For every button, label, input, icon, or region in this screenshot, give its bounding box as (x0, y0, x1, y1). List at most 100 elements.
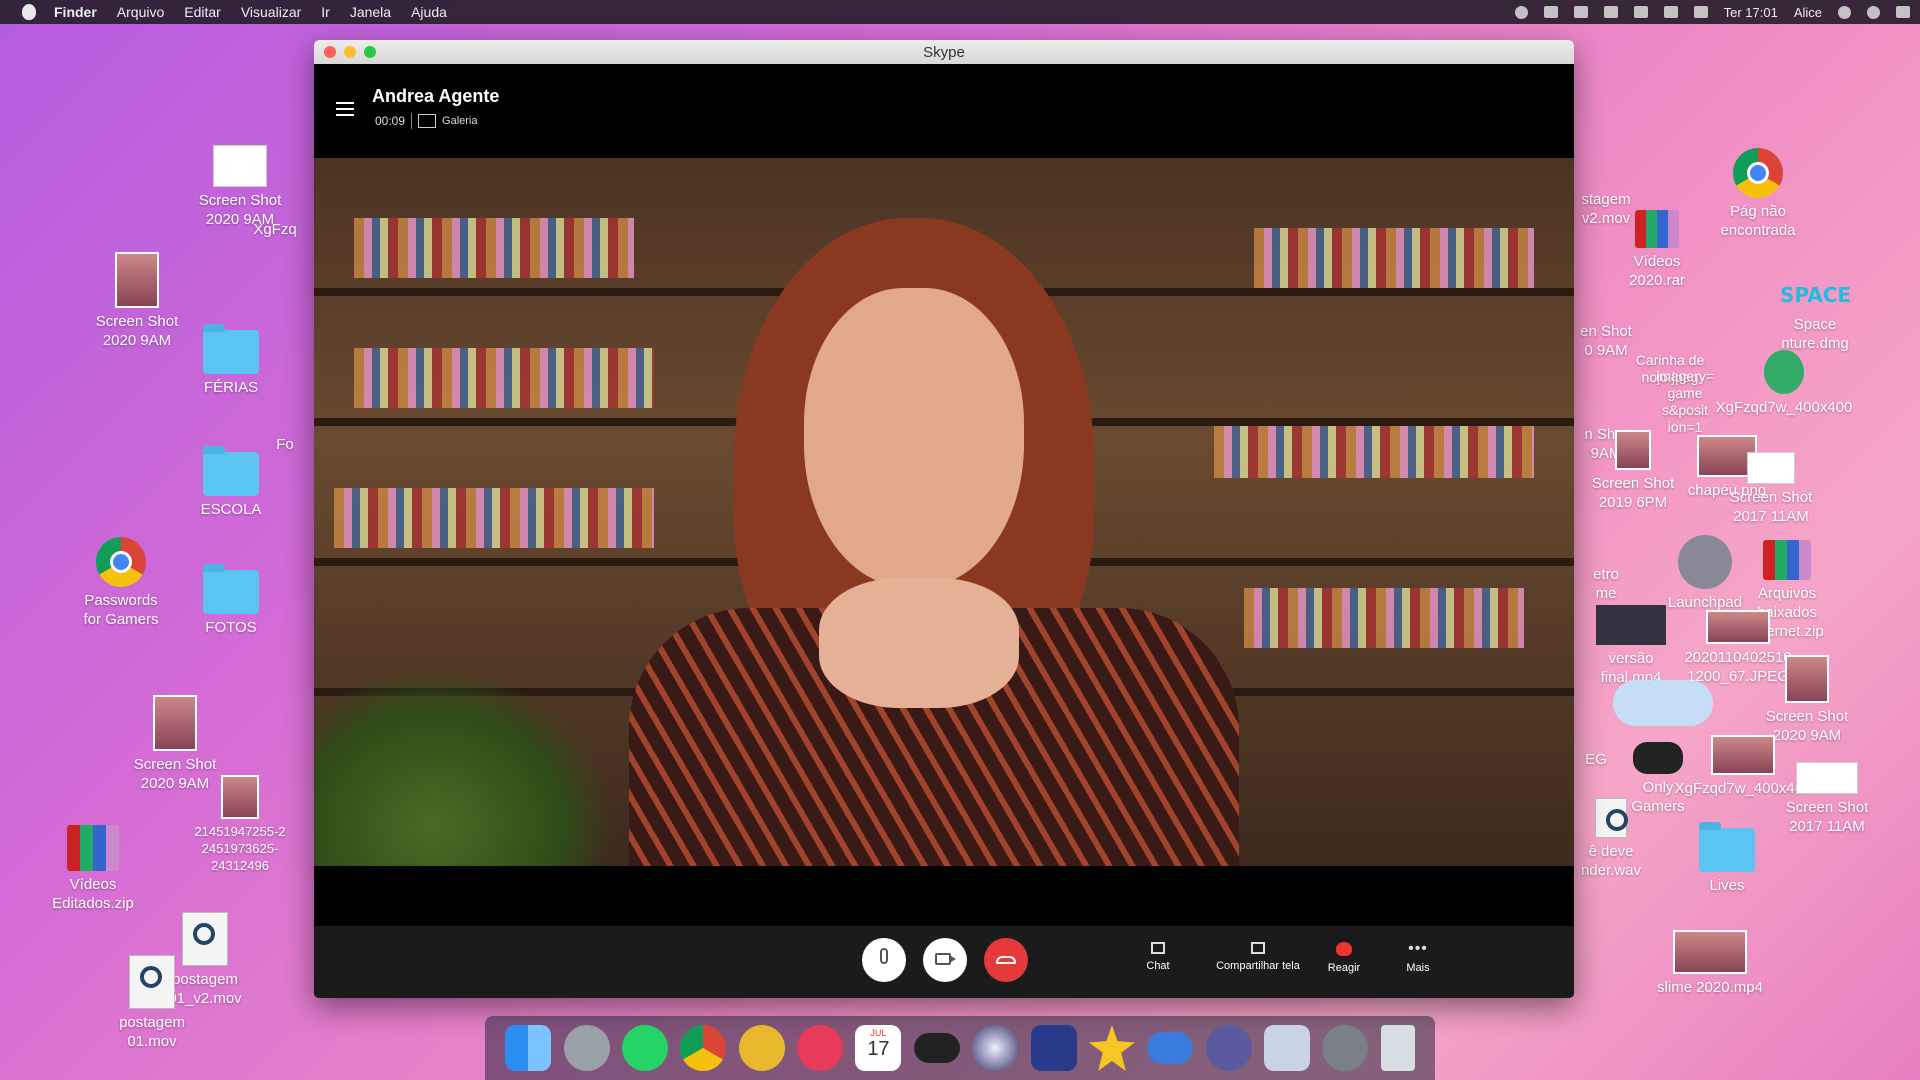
desktop-file-xgfzq[interactable]: XgFzq (235, 220, 315, 239)
hamburger-menu-icon[interactable] (336, 102, 354, 116)
menu-arquivo[interactable]: Arquivo (117, 4, 164, 20)
chrome-icon[interactable] (680, 1025, 727, 1071)
desktop-shortcut-passwords[interactable]: Passwords for Gamers (66, 537, 176, 629)
desktop-file-space-dmg[interactable]: SPACE Space nture.dmg (1760, 283, 1870, 353)
winrar-archive-icon (1763, 540, 1811, 580)
menu-ajuda[interactable]: Ajuda (411, 4, 447, 20)
finder-icon[interactable] (505, 1025, 552, 1071)
desktop-folder-escola[interactable]: ESCOLA (176, 446, 286, 519)
share-screen-label: Compartilhar tela (1216, 960, 1300, 972)
tools-icon[interactable] (1603, 6, 1618, 18)
more-dots-icon: ••• (1408, 940, 1428, 957)
desktop-file-screenshot-2020[interactable]: Screen Shot 2020 9AM (1752, 655, 1862, 745)
menu-editar[interactable]: Editar (184, 4, 221, 20)
desktop-folder-label: Lives (1709, 877, 1745, 894)
desktop-file-label: Vídeos 2020.rar (1629, 253, 1685, 289)
desktop-file-label: ê deve nder.wav (1580, 843, 1642, 879)
contact-name: Andrea Agente (372, 86, 500, 106)
flag-brazil-icon[interactable] (1693, 6, 1708, 18)
menu-ir[interactable]: Ir (321, 4, 330, 20)
bluetooth-icon[interactable] (1573, 6, 1588, 18)
apple-menu-icon[interactable] (22, 4, 36, 20)
winrar-archive-icon (67, 825, 119, 871)
end-call-button[interactable] (984, 938, 1028, 982)
desktop-file-retro[interactable]: etro me (1576, 565, 1636, 603)
gamepad-icon[interactable] (913, 1033, 960, 1063)
heart-app-icon[interactable] (797, 1025, 844, 1071)
video-thumbnail-icon (1596, 605, 1666, 645)
menu-finder[interactable]: Finder (54, 4, 97, 20)
screenshot-thumbnail-icon (1796, 762, 1858, 794)
photo-thumbnail-icon (115, 252, 159, 308)
desktop-file-videos-zip[interactable]: Vídeos Editados.zip (38, 825, 148, 913)
desktop-file-slime[interactable]: slime 2020.mp4 (1650, 930, 1770, 997)
coin-icon[interactable] (738, 1025, 785, 1071)
calendar-icon[interactable]: JUL 17 (855, 1025, 902, 1071)
desktop-file-screenshot-2017[interactable]: Screen Shot 2017 11AM (1716, 452, 1826, 526)
desktop-file-label: Screen Shot 2017 11AM (1785, 799, 1869, 835)
spotlight-search-icon[interactable] (1838, 5, 1851, 19)
user-name[interactable]: Alice (1794, 5, 1822, 20)
toggle-camera-button[interactable] (923, 938, 967, 982)
photo-thumbnail-icon (1711, 735, 1775, 775)
folder-icon (203, 564, 259, 614)
desktop-folder-lives[interactable]: Lives (1672, 822, 1782, 895)
clock[interactable]: Ter 17:01 (1724, 5, 1778, 20)
gallery-label[interactable]: Galeria (442, 115, 477, 127)
system-preferences-icon[interactable] (1322, 1025, 1369, 1071)
desktop-file-xgfzqd7w[interactable]: XgFzqd7w_400x400 (1714, 350, 1854, 417)
desktop-folder-label: FOTOS (205, 619, 257, 636)
desktop-file-label: Vídeos Editados.zip (52, 876, 134, 912)
caller-person (629, 198, 1239, 866)
dock: JUL 17 (485, 1016, 1435, 1080)
mute-microphone-button[interactable] (862, 938, 906, 982)
heart-icon (1336, 942, 1352, 956)
desktop-file-screenshot[interactable]: Screen Shot 2020 9AM (185, 145, 295, 229)
call-control-bar: Chat Compartilhar tela Reagir ••• Mais (314, 926, 1574, 998)
chrome-icon (1733, 148, 1783, 198)
mail-icon[interactable] (1633, 6, 1648, 18)
desktop-file-screenshot-2017b[interactable]: Screen Shot 2017 11AM (1772, 762, 1882, 836)
winrar-archive-icon (1635, 210, 1679, 248)
menu-janela[interactable]: Janela (350, 4, 391, 20)
desktop-folder-fotos[interactable]: FOTOS (176, 564, 286, 637)
preview-icon[interactable] (1264, 1025, 1311, 1071)
desktop-folder-label: ESCOLA (200, 501, 262, 518)
notification-center-icon[interactable] (1896, 6, 1910, 18)
desktop-file-image[interactable]: 21451947255-2 2451973625- 24312496 (180, 775, 300, 874)
desktop-file-wav[interactable]: ê deve nder.wav (1576, 798, 1646, 880)
more-button[interactable]: ••• Mais (1396, 940, 1440, 975)
browser-icon[interactable] (972, 1025, 1019, 1071)
desktop-file-videos-rar[interactable]: Vídeos 2020.rar (1612, 210, 1702, 290)
desktop-shortcut-pag-nao-encontrada[interactable]: Pág não encontrada (1703, 148, 1813, 240)
share-screen-button[interactable]: Compartilhar tela (1198, 942, 1318, 972)
window-title: Skype (923, 43, 965, 61)
zoom-window-button[interactable] (364, 46, 376, 58)
star-icon[interactable] (1088, 1025, 1135, 1071)
chat-button[interactable]: Chat (1136, 942, 1180, 972)
volume-icon[interactable] (1663, 6, 1678, 18)
launchpad-icon[interactable] (563, 1025, 610, 1071)
desktop-folder-ferias[interactable]: FÉRIAS (176, 324, 286, 397)
react-button[interactable]: Reagir (1314, 942, 1374, 974)
trash-icon[interactable] (1380, 1025, 1415, 1071)
dropbox-icon[interactable] (1543, 6, 1558, 18)
spaceship-icon[interactable] (1205, 1025, 1252, 1071)
gallery-icon[interactable] (418, 114, 437, 128)
menu-visualizar[interactable]: Visualizar (241, 4, 301, 20)
folder-icon (1699, 822, 1755, 872)
controller-icon[interactable] (1147, 1032, 1194, 1064)
desktop-file-label: 21451947255-2 2451973625- 24312496 (194, 824, 286, 873)
game-icon[interactable] (1030, 1025, 1077, 1071)
photo-thumbnail-icon (153, 695, 197, 751)
desktop-file-postagem[interactable]: postagem 01.mov (97, 955, 207, 1051)
siri-icon[interactable] (1867, 5, 1880, 19)
chat-label: Chat (1146, 960, 1170, 972)
whatsapp-icon[interactable] (621, 1025, 668, 1071)
window-titlebar[interactable]: Skype (314, 40, 1574, 64)
wifi-icon[interactable] (1514, 5, 1528, 19)
close-window-button[interactable] (324, 46, 336, 58)
minimize-window-button[interactable] (344, 46, 356, 58)
divider (411, 113, 413, 129)
desktop-folder-label: FÉRIAS (203, 379, 259, 396)
